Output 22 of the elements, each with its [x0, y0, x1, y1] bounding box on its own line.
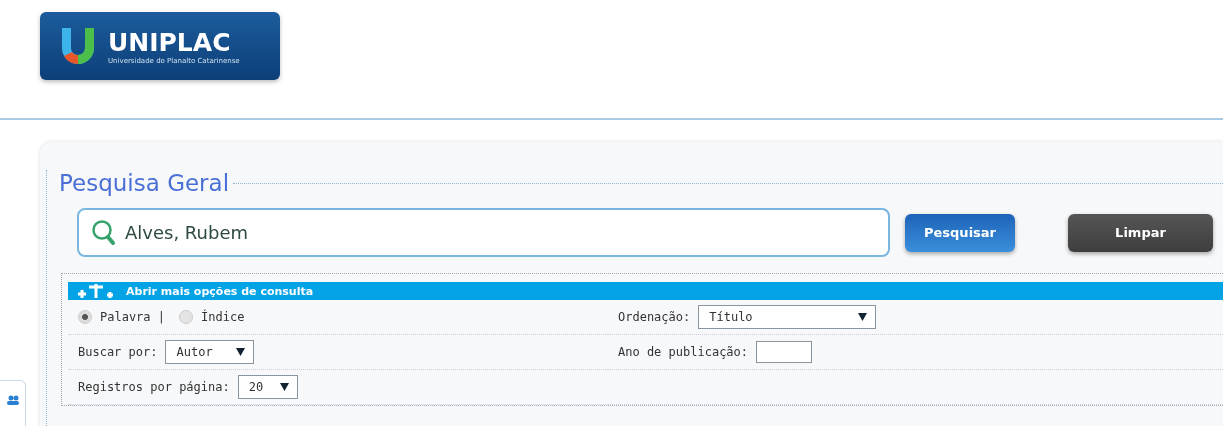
caret-icon	[236, 348, 246, 356]
caret-icon	[858, 313, 868, 321]
search-by-select[interactable]: Autor	[165, 340, 255, 364]
people-icon	[6, 395, 19, 405]
clear-button[interactable]: Limpar	[1068, 213, 1213, 252]
search-by-label: Buscar por:	[78, 345, 158, 359]
per-page-label: Registros por página:	[78, 380, 230, 394]
search-button[interactable]: Pesquisar	[905, 213, 1015, 252]
per-page-select[interactable]: 20	[237, 375, 298, 399]
caret-icon	[279, 383, 289, 391]
year-field[interactable]	[756, 341, 813, 363]
sort-select[interactable]: Título	[698, 305, 877, 329]
mode-radio[interactable]: Índice	[179, 310, 245, 324]
panel-title: Pesquisa Geral	[59, 170, 230, 196]
logo-mark-icon	[60, 26, 96, 66]
search-input[interactable]: Alves, Rubem	[123, 221, 888, 244]
logo-name: UNIPLAC	[108, 27, 232, 57]
sort-label: Ordenação:	[618, 310, 691, 324]
mode-radio[interactable]: Palavra |	[78, 310, 166, 324]
search-icon	[91, 218, 117, 247]
search-field[interactable]: Alves, Rubem	[77, 208, 890, 257]
year-label: Ano de publicação:	[618, 345, 749, 359]
